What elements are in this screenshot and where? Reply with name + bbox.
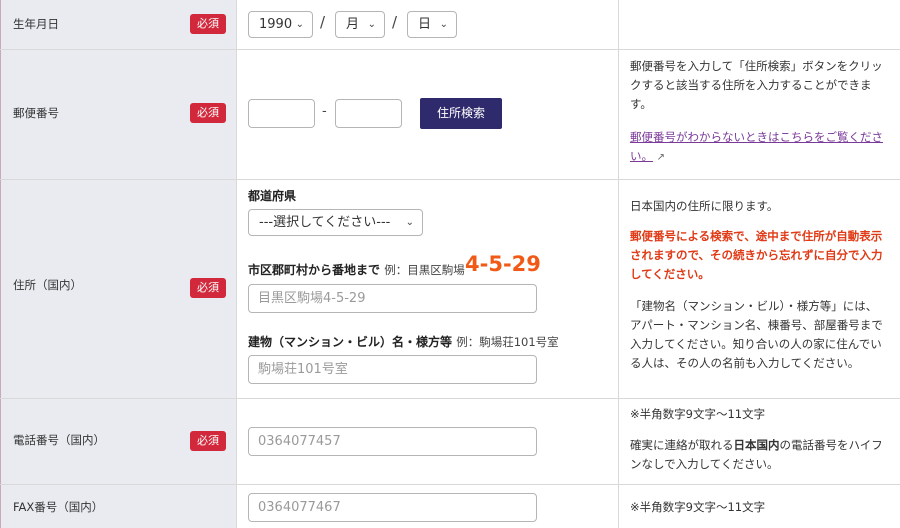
day-select[interactable]: 日 ⌄ (407, 11, 457, 38)
external-link-icon: ↗ (656, 152, 666, 163)
label-cell: 電話番号（国内） 必須 (0, 399, 237, 484)
address-note-building: 「建物名（マンション・ビル）・様方等」には、アパート・マンション名、棟番号、部屋… (630, 299, 883, 370)
required-badge: 必須 (190, 103, 226, 123)
chevron-down-icon: ⌄ (295, 19, 304, 30)
address-note-warning: 郵便番号による検索で、途中まで住所が自動表示されますので、その続きから忘れずに自… (630, 229, 883, 281)
city-label: 市区郡町村から番地まで 例：目黒区駒場 (248, 261, 465, 278)
prefecture-select[interactable]: ---選択してください--- ⌄ (248, 209, 423, 236)
note-cell (619, 0, 900, 49)
row-phone: 電話番号（国内） 必須 0364077457 ※半角数字9文字〜11文字 確実に… (0, 399, 900, 485)
required-badge: 必須 (190, 278, 226, 298)
postal-code-first-input[interactable] (248, 99, 315, 128)
label-cell: 住所（国内） 必須 (0, 180, 237, 398)
registration-form: 生年月日 必須 1990 ⌄ / 月 ⌄ / 日 ⌄ 郵便番号 必須 - 住所検… (0, 0, 900, 528)
label-cell: 生年月日 必須 (0, 0, 237, 49)
month-select[interactable]: 月 ⌄ (335, 11, 385, 38)
phone-note-format: ※半角数字9文字〜11文字 (630, 407, 766, 421)
month-select-value: 月 (346, 17, 360, 32)
phone-note-detail: 確実に連絡が取れる日本国内の電話番号をハイフンなしで入力してください。 (630, 436, 888, 474)
postal-dash: - (322, 104, 327, 119)
address-search-button[interactable]: 住所検索 (420, 98, 502, 129)
date-separator: / (392, 13, 398, 31)
postal-code-second-input[interactable] (335, 99, 402, 128)
chevron-down-icon: ⌄ (439, 19, 448, 30)
year-select[interactable]: 1990 ⌄ (248, 11, 313, 38)
phone-note-bold: 日本国内 (733, 438, 780, 452)
note-cell: ※半角数字9文字〜11文字 確実に連絡が取れる日本国内の電話番号をハイフンなしで… (619, 399, 900, 484)
postal-help: 郵便番号がわからないときはこちらをご覧ください。 ↗ (630, 128, 888, 167)
fax-note-format: ※半角数字9文字〜11文字 (630, 500, 766, 514)
birthdate-label: 生年月日 (13, 17, 59, 31)
city-example-number: 4-5-29 (465, 252, 541, 276)
address-note-domestic: 日本国内の住所に限ります。 (630, 199, 779, 213)
city-label-text: 市区郡町村から番地まで (248, 263, 381, 277)
row-fax: FAX番号（国内） 0364077467 ※半角数字9文字〜11文字 (0, 485, 900, 528)
date-separator: / (320, 13, 326, 31)
fax-input[interactable]: 0364077467 (248, 493, 537, 522)
year-select-value: 1990 (259, 17, 293, 32)
address-label: 住所（国内） (13, 278, 82, 292)
note-cell: ※半角数字9文字〜11文字 (619, 485, 900, 528)
required-badge: 必須 (190, 431, 226, 451)
note-cell: 日本国内の住所に限ります。 郵便番号による検索で、途中まで住所が自動表示されます… (619, 180, 900, 398)
city-input[interactable]: 目黒区駒場4-5-29 (248, 284, 537, 313)
input-cell: 0364077467 (237, 485, 619, 528)
input-cell: - 住所検索 (237, 50, 619, 179)
input-cell: 都道府県 ---選択してください--- ⌄ 市区郡町村から番地まで 例：目黒区駒… (237, 180, 619, 398)
day-select-value: 日 (418, 17, 432, 32)
required-badge: 必須 (190, 14, 226, 34)
input-cell: 1990 ⌄ / 月 ⌄ / 日 ⌄ (237, 0, 619, 49)
row-address: 住所（国内） 必須 都道府県 ---選択してください--- ⌄ 市区郡町村から番… (0, 180, 900, 399)
building-label-text: 建物（マンション・ビル）名・様方等 (248, 335, 453, 349)
prefecture-select-value: ---選択してください--- (259, 215, 391, 230)
building-label: 建物（マンション・ビル）名・様方等 例：駒場荘101号室 (248, 333, 559, 350)
postal-note: 郵便番号を入力して「住所検索」ボタンをクリックすると該当する住所を入力することが… (630, 59, 883, 111)
label-cell: 郵便番号 必須 (0, 50, 237, 179)
chevron-down-icon: ⌄ (367, 19, 376, 30)
fax-label: FAX番号（国内） (13, 500, 104, 514)
building-input[interactable]: 駒場荘101号室 (248, 355, 537, 384)
phone-input[interactable]: 0364077457 (248, 427, 537, 456)
input-cell: 0364077457 (237, 399, 619, 484)
prefecture-label: 都道府県 (248, 189, 297, 203)
row-postal-code: 郵便番号 必須 - 住所検索 郵便番号を入力して「住所検索」ボタンをクリックする… (0, 50, 900, 180)
phone-label: 電話番号（国内） (13, 433, 105, 447)
chevron-down-icon: ⌄ (405, 217, 414, 228)
label-cell: FAX番号（国内） (0, 485, 237, 528)
postal-label: 郵便番号 (13, 106, 59, 120)
building-example: 例：駒場荘101号室 (456, 335, 559, 349)
row-birthdate: 生年月日 必須 1990 ⌄ / 月 ⌄ / 日 ⌄ (0, 0, 900, 50)
note-cell: 郵便番号を入力して「住所検索」ボタンをクリックすると該当する住所を入力することが… (619, 50, 900, 179)
phone-note-prefix: 確実に連絡が取れる (630, 438, 734, 452)
postal-help-link[interactable]: 郵便番号がわからないときはこちらをご覧ください。 (630, 130, 883, 163)
city-example: 例：目黒区駒場 (384, 263, 465, 277)
